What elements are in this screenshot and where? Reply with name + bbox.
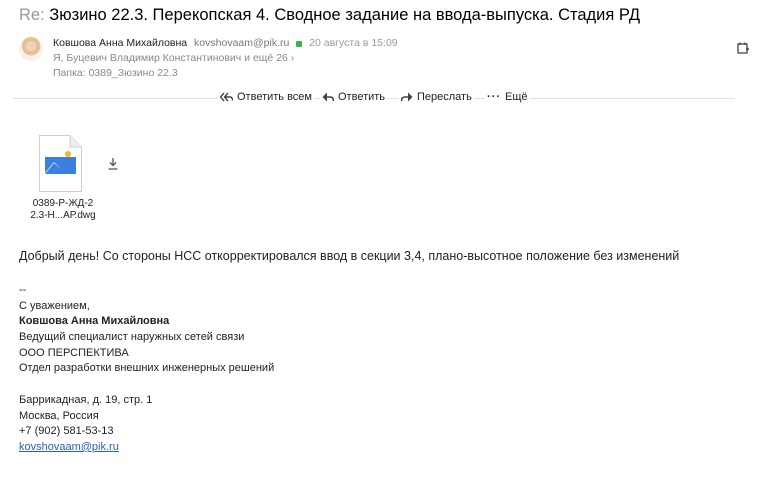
reply-icon bbox=[322, 92, 334, 102]
message-toolbar: Ответить всем Ответить Переслать ··· Ещё bbox=[13, 90, 735, 108]
download-icon[interactable] bbox=[108, 158, 118, 170]
reply-prefix: Re: bbox=[19, 6, 45, 24]
secure-lock-icon bbox=[296, 41, 303, 47]
recipients-text: Я, Буцевич Владимир Константинович и ещё… bbox=[53, 52, 288, 64]
attachment-name[interactable]: 0389-Р-ЖД-2 2.3-Н...АР.dwg bbox=[19, 198, 107, 222]
sender-name[interactable]: Ковшова Анна Михайловна bbox=[53, 37, 187, 49]
reply-all-button[interactable]: Ответить всем bbox=[218, 91, 314, 103]
folder-line: Папка: 0389_Зюзино 22.3 bbox=[53, 67, 178, 79]
signature-position: Ведущий специалист наружных сетей связи bbox=[19, 331, 245, 344]
more-label: Ещё bbox=[505, 91, 528, 103]
signature-name: Ковшова Анна Михайловна bbox=[19, 315, 170, 328]
reply-all-label: Ответить всем bbox=[237, 91, 312, 103]
signature-email-link[interactable]: kovshovaam@pik.ru bbox=[19, 441, 119, 453]
message-body: Добрый день! Со стороны НСС откорректиро… bbox=[19, 249, 680, 263]
signature-city: Москва, Россия bbox=[19, 409, 99, 422]
reply-button[interactable]: Ответить bbox=[320, 91, 388, 103]
more-button[interactable]: ··· Ещё bbox=[485, 91, 530, 103]
signature: -- С уважением, Ковшова Анна Михайловна … bbox=[19, 283, 274, 456]
reply-all-icon bbox=[220, 92, 233, 102]
signature-spacer bbox=[19, 377, 274, 393]
forward-button[interactable]: Переслать bbox=[399, 91, 474, 103]
message-subject: Re: Зюзино 22.3. Перекопская 4. Сводное … bbox=[19, 6, 640, 25]
subject-text: Зюзино 22.3. Перекопская 4. Сводное зада… bbox=[49, 6, 640, 24]
signature-greeting: С уважением, bbox=[19, 299, 90, 312]
sender-line: Ковшова Анна Михайловна kovshovaam@pik.r… bbox=[53, 37, 398, 49]
forward-icon bbox=[401, 92, 413, 102]
sender-email[interactable]: kovshovaam@pik.ru bbox=[194, 37, 289, 49]
forward-label: Переслать bbox=[417, 91, 472, 103]
signature-address: Баррикадная, д. 19, стр. 1 bbox=[19, 393, 153, 406]
avatar[interactable] bbox=[19, 37, 43, 61]
signature-phone: +7 (902) 581-53-13 bbox=[19, 425, 114, 438]
signature-company: ООО ПЕРСПЕКТИВА bbox=[19, 346, 129, 359]
recipients-line[interactable]: Я, Буцевич Владимир Константинович и ещё… bbox=[53, 52, 294, 64]
attachment-name-line2: 2.3-Н...АР.dwg bbox=[30, 210, 96, 221]
image-file-icon[interactable] bbox=[39, 135, 82, 192]
signature-separator: -- bbox=[19, 284, 27, 296]
calendar-add-icon[interactable] bbox=[737, 42, 749, 54]
attachment-name-line1: 0389-Р-ЖД-2 bbox=[32, 198, 94, 209]
signature-department: Отдел разработки внешних инженерных реше… bbox=[19, 362, 275, 375]
chevron-right-icon: › bbox=[290, 52, 295, 64]
reply-label: Ответить bbox=[338, 91, 386, 103]
message-date: 20 августа в 15:09 bbox=[309, 37, 398, 49]
folder-text: Папка: 0389_Зюзино 22.3 bbox=[53, 67, 178, 79]
more-dots-icon: ··· bbox=[487, 91, 501, 103]
